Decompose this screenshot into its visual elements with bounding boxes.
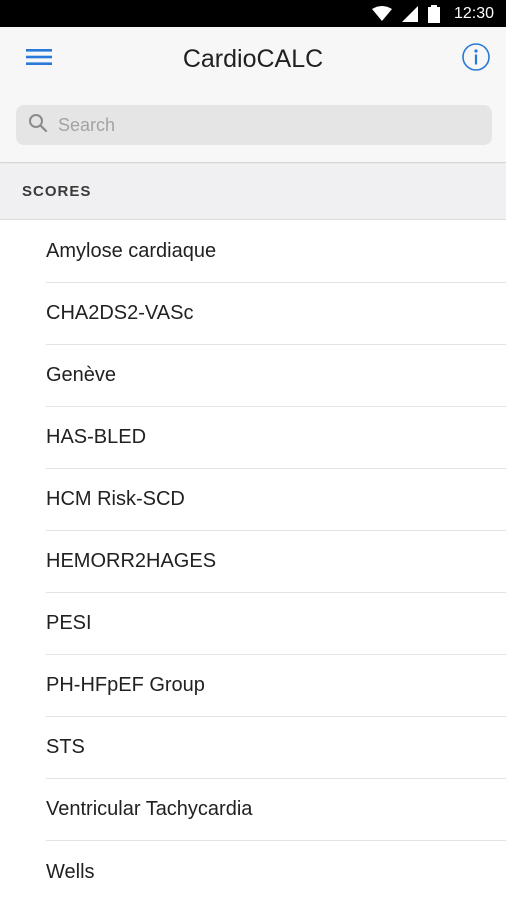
section-header: SCORES <box>0 164 506 220</box>
page-title: CardioCALC <box>182 45 324 73</box>
list-item-ph-hfpef-group[interactable]: PH-HFpEF Group <box>46 655 506 717</box>
list-item-pesi[interactable]: PESI <box>46 593 506 655</box>
scores-list: Amylose cardiaque CHA2DS2-VASc Genève HA… <box>0 221 506 903</box>
battery-icon <box>427 4 440 23</box>
list-item-label: PH-HFpEF Group <box>46 674 205 696</box>
list-item-wells[interactable]: Wells <box>46 841 506 903</box>
list-item-hemorr2hages[interactable]: HEMORR2HAGES <box>46 531 506 593</box>
wifi-icon <box>371 5 392 22</box>
list-item-label: Ventricular Tachycardia <box>46 798 253 820</box>
list-item-label: Genève <box>46 364 117 386</box>
list-item-label: HEMORR2HAGES <box>46 550 217 572</box>
list-item-label: Wells <box>46 860 95 883</box>
search-input[interactable] <box>58 114 458 136</box>
hamburger-menu-icon <box>26 47 52 72</box>
list-item-label: HCM Risk-SCD <box>46 488 185 510</box>
list-item-cha2ds2-vasc[interactable]: CHA2DS2-VASc <box>46 283 506 345</box>
cell-signal-icon <box>401 5 418 22</box>
list-item-label: CHA2DS2-VASc <box>46 302 194 324</box>
section-title: SCORES <box>22 183 92 200</box>
list-item-ventricular-tachycardia[interactable]: Ventricular Tachycardia <box>46 779 506 841</box>
search-icon <box>28 113 48 138</box>
list-item-amylose-cardiaque[interactable]: Amylose cardiaque <box>46 221 506 283</box>
info-icon <box>461 42 491 77</box>
menu-button[interactable] <box>14 41 64 77</box>
list-item-geneve[interactable]: Genève <box>46 345 506 407</box>
list-item-sts[interactable]: STS <box>46 717 506 779</box>
list-item-label: Amylose cardiaque <box>46 240 217 262</box>
list-item-label: HAS-BLED <box>46 426 147 448</box>
status-bar: 12:30 <box>0 0 506 27</box>
list-item-hcm-risk-scd[interactable]: HCM Risk-SCD <box>46 469 506 531</box>
list-item-has-bled[interactable]: HAS-BLED <box>46 407 506 469</box>
list-item-label: PESI <box>46 612 92 634</box>
list-item-label: STS <box>46 736 85 758</box>
app-bar: CardioCALC <box>0 27 506 163</box>
info-button[interactable] <box>458 41 494 77</box>
search-bar[interactable] <box>16 105 492 145</box>
status-time: 12:30 <box>453 4 494 22</box>
